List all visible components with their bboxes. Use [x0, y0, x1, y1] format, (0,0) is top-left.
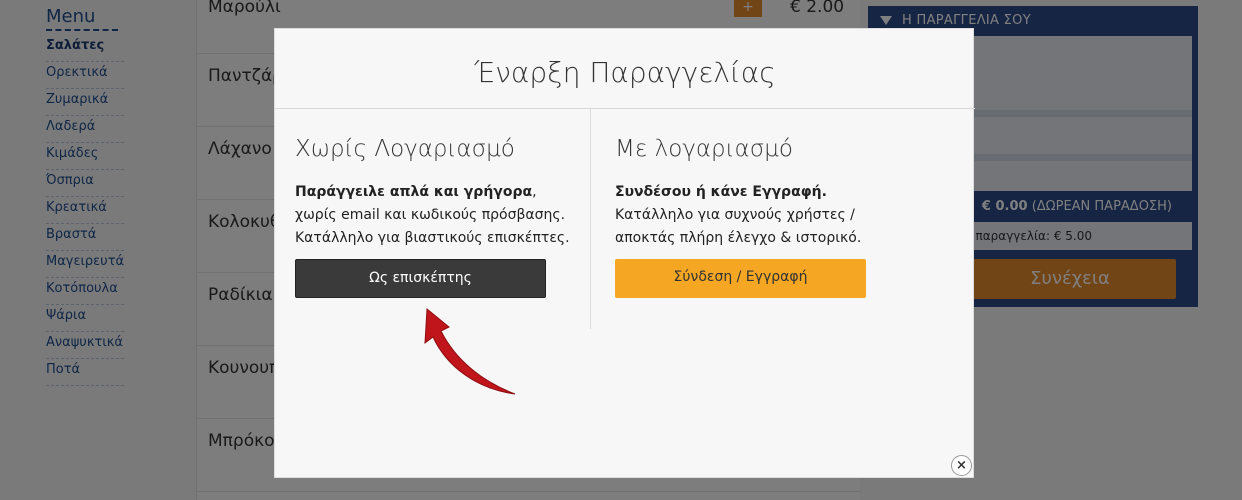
- red-arrow-icon: [424, 307, 516, 395]
- guest-description: Παράγγειλε απλά και γρήγορα, χωρίς email…: [295, 181, 585, 250]
- login-register-button[interactable]: Σύνδεση / Εγγραφή: [615, 259, 866, 298]
- guest-line-2: χωρίς email και κωδικούς πρόσβασης.: [295, 207, 566, 223]
- guest-line-3: Κατάλληλο για βιαστικούς επισκέπτες.: [295, 230, 570, 246]
- account-description: Συνδέσου ή κάνε Εγγραφή. Κατάλληλο για σ…: [615, 181, 955, 250]
- guest-line-bold: Παράγγειλε απλά και γρήγορα: [295, 184, 533, 200]
- start-order-modal: Έναρξη Παραγγελίας Χωρίς Λογαριασμό Παρά…: [274, 28, 975, 478]
- account-line-3: αποκτάς πλήρη έλεγχο & ιστορικό.: [615, 230, 862, 246]
- account-line-2: Κατάλληλο για συχνούς χρήστες /: [615, 207, 855, 223]
- account-heading: Με λογαριασμό: [615, 136, 793, 162]
- column-divider: [590, 109, 591, 329]
- account-column: Με λογαριασμό Συνδέσου ή κάνε Εγγραφή. Κ…: [615, 109, 955, 250]
- account-line-bold: Συνδέσου ή κάνε Εγγραφή.: [615, 184, 827, 200]
- guest-heading: Χωρίς Λογαριασμό: [295, 136, 515, 162]
- close-icon[interactable]: ×: [951, 455, 972, 476]
- modal-title: Έναρξη Παραγγελίας: [275, 29, 975, 109]
- guest-column: Χωρίς Λογαριασμό Παράγγειλε απλά και γρή…: [295, 109, 585, 250]
- guest-checkout-button[interactable]: Ως επισκέπτης: [295, 259, 546, 298]
- guest-line-bold-suffix: ,: [532, 184, 537, 200]
